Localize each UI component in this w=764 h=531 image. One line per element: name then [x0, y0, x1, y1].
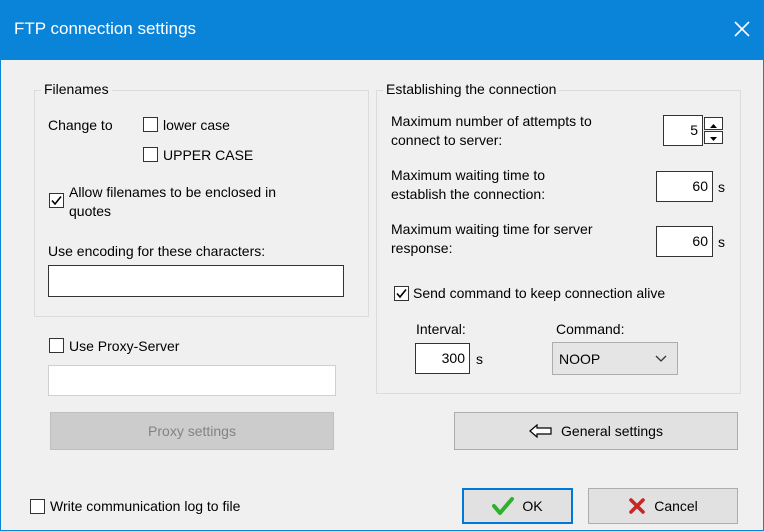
- close-button[interactable]: [724, 14, 758, 44]
- arrow-left-icon: [529, 424, 552, 438]
- window-title: FTP connection settings: [14, 19, 197, 38]
- interval-label: Interval:: [416, 321, 466, 337]
- spin-up-button[interactable]: [704, 117, 723, 130]
- chevron-down-icon: [655, 355, 667, 362]
- wait-time-input[interactable]: 60: [656, 171, 713, 202]
- checkmark-icon: [396, 289, 407, 299]
- command-label: Command:: [556, 321, 625, 337]
- arrow-up-icon: [710, 124, 717, 128]
- attempts-label-line1: Maximum number of attempts to: [391, 113, 592, 129]
- upper-case-checkbox[interactable]: [143, 147, 158, 162]
- cancel-label: Cancel: [654, 498, 698, 514]
- keep-alive-label[interactable]: Send command to keep connection alive: [413, 284, 665, 302]
- attempts-input[interactable]: 5: [663, 115, 703, 146]
- ok-label: OK: [522, 498, 543, 514]
- proxy-settings-label: Proxy settings: [148, 423, 236, 439]
- attempts-spinner: [704, 117, 723, 145]
- spin-down-button[interactable]: [704, 131, 723, 144]
- encoding-label: Use encoding for these characters:: [48, 243, 266, 259]
- wait-label-line2: establish the connection:: [391, 186, 546, 202]
- command-value: NOOP: [559, 351, 601, 367]
- filenames-legend: Filenames: [41, 80, 112, 98]
- interval-unit: s: [476, 351, 483, 367]
- allow-quotes-label-line2[interactable]: quotes: [69, 202, 111, 220]
- cancel-button[interactable]: Cancel: [588, 488, 738, 524]
- upper-case-label[interactable]: UPPER CASE: [163, 146, 253, 164]
- keep-alive-checkbox[interactable]: [394, 286, 409, 301]
- general-settings-button[interactable]: General settings: [454, 412, 738, 450]
- use-proxy-checkbox[interactable]: [49, 338, 64, 353]
- response-label-line2: response:: [391, 240, 453, 256]
- command-select[interactable]: NOOP: [552, 342, 678, 375]
- response-unit: s: [718, 234, 725, 250]
- interval-input[interactable]: 300: [415, 343, 470, 374]
- arrow-down-icon: [710, 137, 717, 141]
- wait-unit: s: [718, 179, 725, 195]
- response-time-input[interactable]: 60: [656, 226, 713, 257]
- change-to-label: Change to: [48, 117, 113, 133]
- checkmark-icon: [492, 497, 515, 515]
- response-label-line1: Maximum waiting time for server: [391, 221, 593, 237]
- close-icon: [734, 21, 750, 37]
- allow-quotes-label-line1[interactable]: Allow filenames to be enclosed in: [69, 183, 276, 201]
- allow-quotes-checkbox[interactable]: [49, 193, 64, 208]
- proxy-server-input[interactable]: [48, 365, 336, 396]
- lower-case-checkbox[interactable]: [143, 117, 158, 132]
- proxy-settings-button[interactable]: Proxy settings: [50, 412, 334, 450]
- wait-label-line1: Maximum waiting time to: [391, 167, 546, 183]
- ok-button[interactable]: OK: [462, 488, 573, 524]
- general-settings-label: General settings: [561, 423, 663, 439]
- x-icon: [629, 498, 646, 514]
- use-proxy-label[interactable]: Use Proxy-Server: [69, 337, 179, 355]
- write-log-checkbox[interactable]: [30, 499, 45, 514]
- lower-case-label[interactable]: lower case: [163, 116, 230, 134]
- attempts-label-line2: connect to server:: [391, 132, 503, 148]
- encoding-input[interactable]: [48, 265, 344, 297]
- write-log-label[interactable]: Write communication log to file: [50, 497, 240, 515]
- connection-legend: Establishing the connection: [383, 80, 560, 98]
- checkmark-icon: [51, 196, 62, 206]
